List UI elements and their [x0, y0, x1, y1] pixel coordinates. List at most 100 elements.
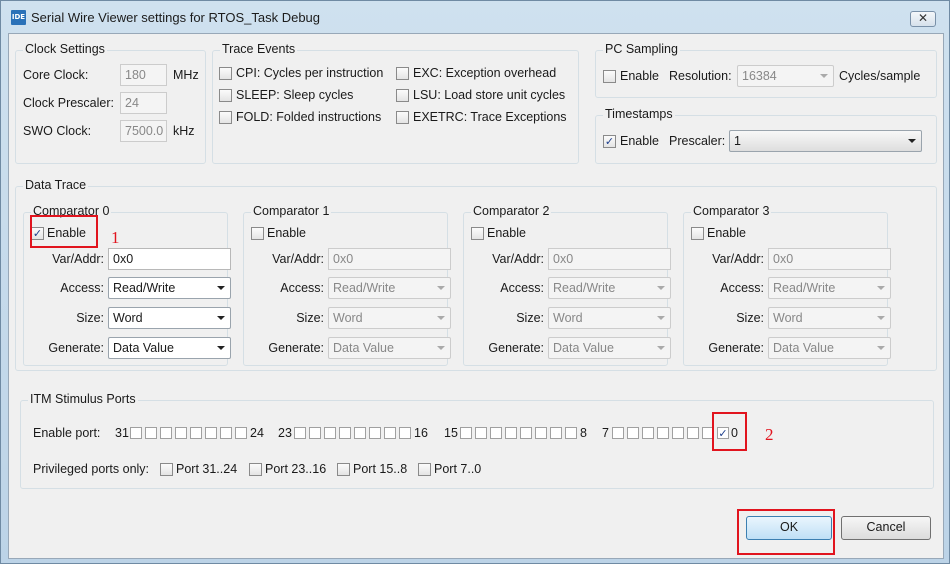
chevron-down-icon [877, 316, 885, 320]
itm-port-5-checkbox[interactable] [642, 427, 654, 439]
exc-label: EXC: Exception overhead [413, 66, 557, 80]
comparator-0-access-select[interactable]: Read/Write [108, 277, 231, 299]
itm-port-28-checkbox[interactable] [175, 427, 187, 439]
itm-port-16-checkbox[interactable] [399, 427, 411, 439]
itm-port-25-checkbox[interactable] [220, 427, 232, 439]
comparator-1-enable-checkbox[interactable] [251, 227, 264, 240]
comparator-3-access-value: Read/Write [773, 281, 836, 295]
comparator-3-size-label: Size: [736, 311, 764, 325]
resolution-label: Resolution: [669, 69, 732, 83]
itm-port-8-checkbox[interactable] [565, 427, 577, 439]
dialog-client: Clock Settings Core Clock: 180 MHz Clock… [8, 33, 944, 559]
window-title: Serial Wire Viewer settings for RTOS_Tas… [31, 10, 321, 25]
trace-events-title: Trace Events [220, 42, 298, 56]
privileged-port-7-0-checkbox[interactable] [418, 463, 431, 476]
lsu-checkbox[interactable] [396, 89, 409, 102]
comparator-1-size-select[interactable]: Word [328, 307, 451, 329]
itm-port-13-checkbox[interactable] [490, 427, 502, 439]
exc-checkbox[interactable] [396, 67, 409, 80]
itm-port-4-checkbox[interactable] [657, 427, 669, 439]
itm-port-31-checkbox[interactable] [130, 427, 142, 439]
chevron-down-icon [657, 316, 665, 320]
itm-port-14-checkbox[interactable] [475, 427, 487, 439]
itm-stimulus-title: ITM Stimulus Ports [28, 392, 138, 406]
swo-clock-label: SWO Clock: [23, 124, 92, 138]
itm-port-7-checkbox[interactable] [612, 427, 624, 439]
comparator-3-size-select[interactable]: Word [768, 307, 891, 329]
privileged-port-31-24-checkbox[interactable] [160, 463, 173, 476]
itm-port-30-checkbox[interactable] [145, 427, 157, 439]
swo-clock-field[interactable]: 7500.0 [120, 120, 167, 142]
itm-port-17-checkbox[interactable] [384, 427, 396, 439]
itm-port-9-checkbox[interactable] [550, 427, 562, 439]
chevron-down-icon [820, 74, 828, 78]
comparator-2-generate-select[interactable]: Data Value [548, 337, 671, 359]
port-group-23-start: 23 [278, 426, 292, 440]
comparator-0-addr-field[interactable]: 0x0 [108, 248, 231, 270]
itm-port-23-checkbox[interactable] [294, 427, 306, 439]
sleep-checkbox[interactable] [219, 89, 232, 102]
itm-port-3-checkbox[interactable] [672, 427, 684, 439]
fold-checkbox[interactable] [219, 111, 232, 124]
itm-port-24-checkbox[interactable] [235, 427, 247, 439]
comparator-0-generate-select[interactable]: Data Value [108, 337, 231, 359]
comparator-2-addr-field[interactable]: 0x0 [548, 248, 671, 270]
itm-port-19-checkbox[interactable] [354, 427, 366, 439]
itm-port-6-checkbox[interactable] [627, 427, 639, 439]
comparator-1-addr-field[interactable]: 0x0 [328, 248, 451, 270]
pc-sampling-title: PC Sampling [603, 42, 680, 56]
itm-port-29-checkbox[interactable] [160, 427, 172, 439]
itm-port-27-checkbox[interactable] [190, 427, 202, 439]
comparator-2-title: Comparator 2 [471, 204, 552, 218]
comparator-3-access-select[interactable]: Read/Write [768, 277, 891, 299]
comparator-2-addr-label: Var/Addr: [492, 252, 544, 266]
comparator-2-enable-checkbox[interactable] [471, 227, 484, 240]
fold-label: FOLD: Folded instructions [236, 110, 382, 124]
privileged-ports-label: Privileged ports only: [33, 462, 150, 476]
privileged-port-15-8-checkbox[interactable] [337, 463, 350, 476]
clock-prescaler-label: Clock Prescaler: [23, 96, 114, 110]
comparator-3-addr-field[interactable]: 0x0 [768, 248, 891, 270]
comparator-1-access-select[interactable]: Read/Write [328, 277, 451, 299]
comparator-2-enable-label: Enable [487, 226, 526, 240]
resolution-select[interactable]: 16384 [737, 65, 834, 87]
itm-port-22-checkbox[interactable] [309, 427, 321, 439]
ide-app-icon: IDE [11, 10, 26, 25]
comparator-3-access-label: Access: [720, 281, 764, 295]
timestamps-enable-checkbox[interactable]: ✓ [603, 135, 616, 148]
comparator-2-access-select[interactable]: Read/Write [548, 277, 671, 299]
privileged-port-31-24-label: Port 31..24 [176, 462, 238, 476]
comparator-3-enable-checkbox[interactable] [691, 227, 704, 240]
port-group-31-end: 24 [250, 426, 264, 440]
comparator-0-access-value: Read/Write [113, 281, 176, 295]
close-button[interactable]: ✕ [910, 11, 936, 27]
itm-port-21-checkbox[interactable] [324, 427, 336, 439]
timestamps-prescaler-select[interactable]: 1 [729, 130, 922, 152]
itm-port-18-checkbox[interactable] [369, 427, 381, 439]
comparator-0-generate-label: Generate: [48, 341, 104, 355]
itm-port-10-checkbox[interactable] [535, 427, 547, 439]
itm-port-12-checkbox[interactable] [505, 427, 517, 439]
cpi-checkbox[interactable] [219, 67, 232, 80]
comparator-3-generate-select[interactable]: Data Value [768, 337, 891, 359]
privileged-port-23-16-checkbox[interactable] [249, 463, 262, 476]
comparator-1-generate-select[interactable]: Data Value [328, 337, 451, 359]
cpi-label: CPI: Cycles per instruction [236, 66, 384, 80]
data-trace-group: Data Trace Comparator 0 ✓ Enable Var/Add… [15, 178, 937, 371]
cancel-button[interactable]: Cancel [841, 516, 931, 540]
comparator-0-size-select[interactable]: Word [108, 307, 231, 329]
clock-settings-title: Clock Settings [23, 42, 107, 56]
itm-port-2-checkbox[interactable] [687, 427, 699, 439]
itm-port-11-checkbox[interactable] [520, 427, 532, 439]
itm-port-26-checkbox[interactable] [205, 427, 217, 439]
itm-port-15-checkbox[interactable] [460, 427, 472, 439]
comparator-2-size-select[interactable]: Word [548, 307, 671, 329]
comparator-1-generate-value: Data Value [333, 341, 394, 355]
comparator-3-group: Comparator 3 Enable Var/Addr: 0x0 Access… [683, 204, 891, 366]
itm-port-20-checkbox[interactable] [339, 427, 351, 439]
exetrc-checkbox[interactable] [396, 111, 409, 124]
core-clock-field[interactable]: 180 [120, 64, 167, 86]
comparator-2-generate-value: Data Value [553, 341, 614, 355]
clock-prescaler-field[interactable]: 24 [120, 92, 167, 114]
pc-sampling-enable-checkbox[interactable] [603, 70, 616, 83]
